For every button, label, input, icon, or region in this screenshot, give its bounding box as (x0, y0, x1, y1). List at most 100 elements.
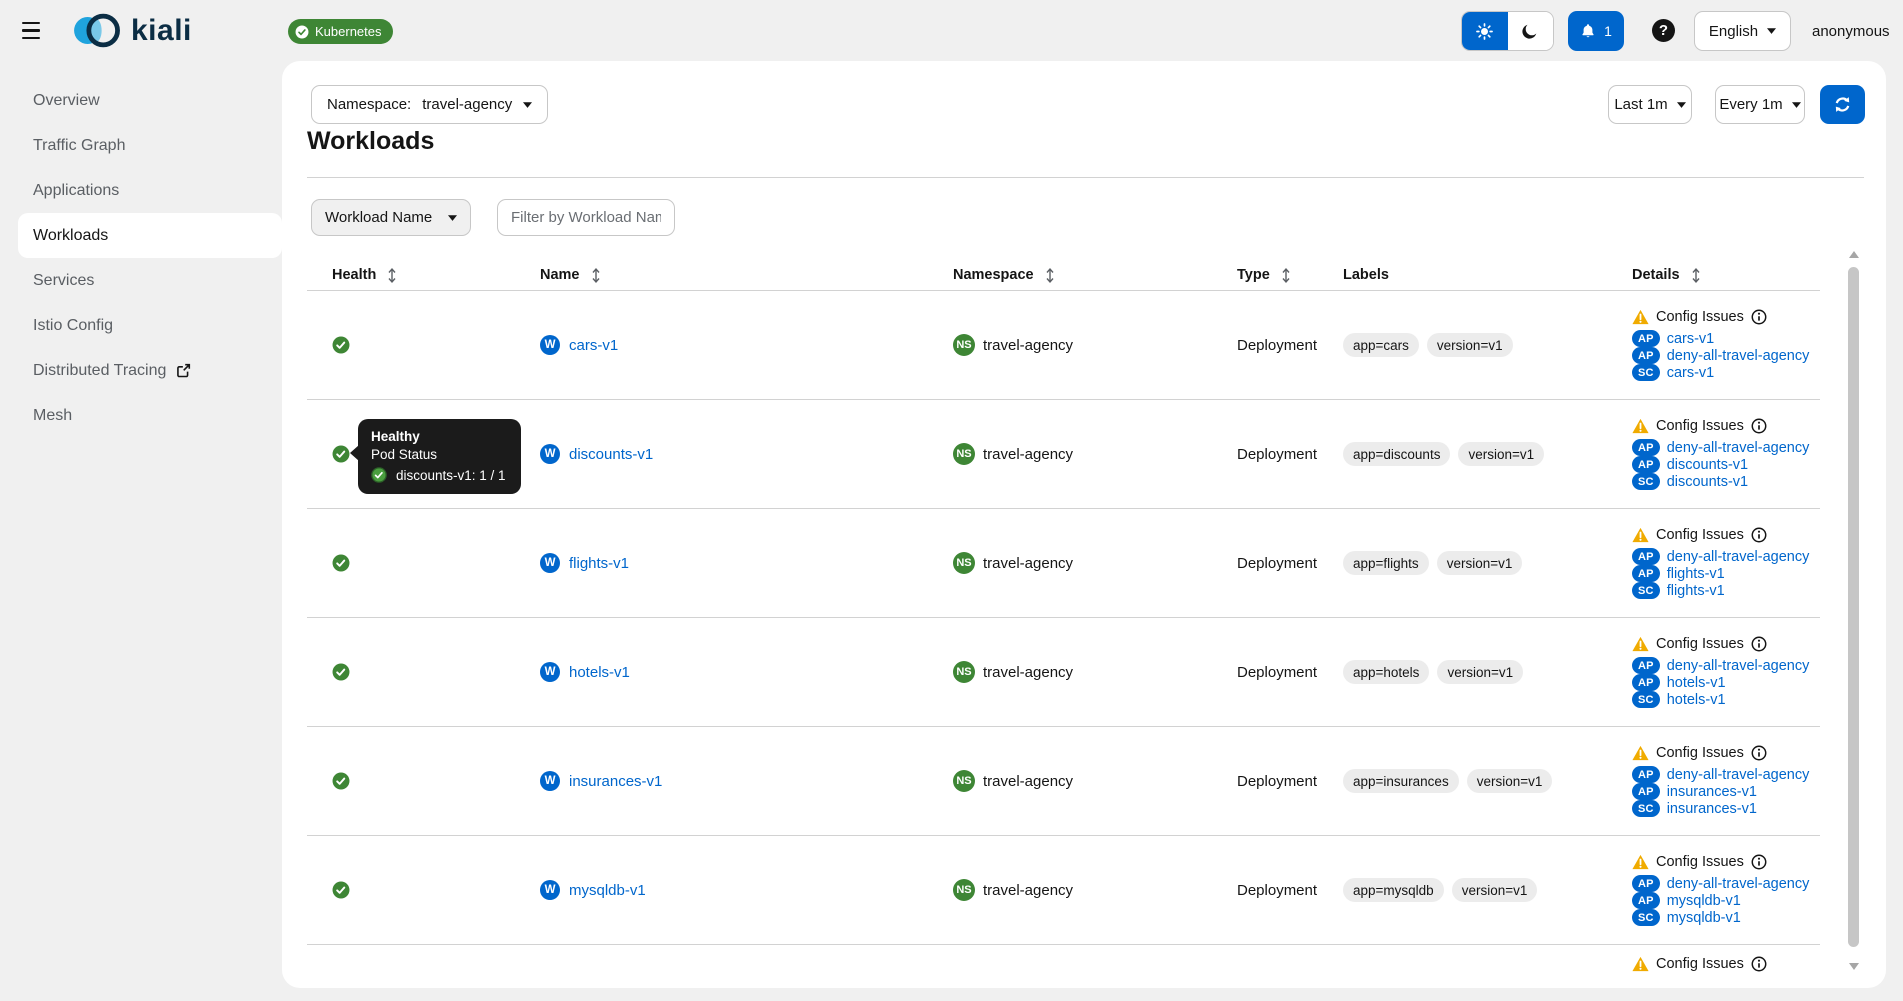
scroll-down-arrow[interactable] (1849, 963, 1859, 970)
sidebar-item-overview[interactable]: Overview (0, 78, 282, 123)
filter-type-select[interactable]: Workload Name (311, 199, 471, 236)
column-header-type[interactable]: Type (1237, 267, 1343, 283)
info-circle-icon[interactable] (1751, 309, 1767, 325)
column-header-namespace[interactable]: Namespace (953, 267, 1237, 283)
detail-link[interactable]: deny-all-travel-agency (1667, 876, 1810, 892)
sidebar-item-applications[interactable]: Applications (0, 168, 282, 213)
sort-icon[interactable] (1281, 268, 1291, 283)
sort-icon[interactable] (1045, 268, 1055, 283)
workload-row: W hotels-v1 NS travel-agency Deployment … (307, 618, 1820, 727)
warning-triangle-icon (1632, 309, 1649, 325)
column-header-details[interactable]: Details (1632, 267, 1820, 283)
dark-theme-button[interactable] (1508, 12, 1554, 50)
namespace-select[interactable]: Namespace: travel-agency (311, 85, 548, 124)
label-badge: app=discounts (1343, 442, 1450, 466)
detail-link[interactable]: deny-all-travel-agency (1667, 767, 1810, 783)
detail-link[interactable]: insurances-v1 (1667, 801, 1757, 817)
detail-link[interactable]: deny-all-travel-agency (1667, 440, 1810, 456)
sidebar-item-services[interactable]: Services (0, 258, 282, 303)
workloads-table: Health Name Namespace Type Label (307, 260, 1820, 987)
ap-badge: AP (1632, 783, 1660, 800)
detail-link[interactable]: insurances-v1 (1667, 784, 1757, 800)
info-circle-icon[interactable] (1751, 745, 1767, 761)
column-header-health[interactable]: Health (307, 267, 540, 283)
workload-badge: W (540, 771, 560, 791)
info-circle-icon[interactable] (1751, 418, 1767, 434)
workload-link[interactable]: discounts-v1 (569, 446, 653, 463)
detail-link[interactable]: deny-all-travel-agency (1667, 348, 1810, 364)
detail-link[interactable]: hotels-v1 (1667, 675, 1726, 691)
sidebar-item-mesh[interactable]: Mesh (0, 393, 282, 438)
sort-icon[interactable] (1691, 268, 1701, 283)
sidebar-item-traffic-graph[interactable]: Traffic Graph (0, 123, 282, 168)
ap-badge: AP (1632, 347, 1660, 364)
namespace-select-value: travel-agency (422, 96, 512, 113)
detail-link[interactable]: deny-all-travel-agency (1667, 549, 1810, 565)
scroll-up-arrow[interactable] (1849, 251, 1859, 258)
notifications-button[interactable]: 1 (1568, 11, 1624, 51)
detail-link[interactable]: cars-v1 (1667, 365, 1715, 381)
detail-link[interactable]: discounts-v1 (1667, 474, 1748, 490)
info-circle-icon[interactable] (1751, 527, 1767, 543)
sidebar-item-workloads[interactable]: Workloads (18, 213, 282, 258)
help-button[interactable]: ? (1652, 19, 1675, 42)
workload-filter-input[interactable] (497, 199, 675, 236)
info-circle-icon[interactable] (1751, 854, 1767, 870)
duration-select[interactable]: Last 1m (1608, 85, 1692, 124)
label-badge: app=flights (1343, 551, 1429, 575)
info-circle-icon[interactable] (1751, 956, 1767, 972)
detail-link[interactable]: mysqldb-v1 (1667, 910, 1741, 926)
light-theme-button[interactable] (1462, 12, 1508, 50)
refresh-button[interactable] (1820, 85, 1865, 124)
workload-link[interactable]: insurances-v1 (569, 773, 662, 790)
namespace-badge: NS (953, 879, 975, 901)
sidebar-item-istio-config[interactable]: Istio Config (0, 303, 282, 348)
detail-link[interactable]: hotels-v1 (1667, 692, 1726, 708)
workload-row: W discounts-v1 NS travel-agency Deployme… (307, 400, 1820, 509)
kiali-logo: kiali (72, 9, 192, 52)
refresh-interval-select[interactable]: Every 1m (1715, 85, 1805, 124)
workload-type: Deployment (1237, 337, 1343, 354)
table-scrollbar[interactable] (1847, 251, 1862, 981)
notification-count: 1 (1604, 23, 1612, 39)
column-header-labels[interactable]: Labels (1343, 267, 1632, 283)
label-badge: app=cars (1343, 333, 1419, 357)
healthy-icon (332, 554, 350, 572)
sort-icon[interactable] (387, 268, 397, 283)
warning-triangle-icon (1632, 745, 1649, 761)
detail-link[interactable]: deny-all-travel-agency (1667, 658, 1810, 674)
workload-type: Deployment (1237, 446, 1343, 463)
workload-link[interactable]: mysqldb-v1 (569, 882, 646, 899)
sort-icon[interactable] (591, 268, 601, 283)
workload-badge: W (540, 662, 560, 682)
workload-row: W mysqldb-v1 NS travel-agency Deployment… (307, 836, 1820, 945)
namespace-badge: NS (953, 443, 975, 465)
workload-link[interactable]: flights-v1 (569, 555, 629, 572)
scrollbar-thumb[interactable] (1848, 267, 1859, 947)
health-tooltip: Healthy Pod Status discounts-v1: 1 / 1 (358, 419, 521, 494)
cluster-badge: Kubernetes (288, 19, 393, 44)
namespace-value: travel-agency (983, 882, 1073, 899)
info-circle-icon[interactable] (1751, 636, 1767, 652)
detail-link[interactable]: cars-v1 (1667, 331, 1715, 347)
masthead: kiali Kubernetes (0, 0, 1903, 61)
sidebar-item-distributed-tracing[interactable]: Distributed Tracing (0, 348, 282, 393)
detail-link[interactable]: mysqldb-v1 (1667, 893, 1741, 909)
healthy-icon (332, 772, 350, 790)
sync-icon (1834, 96, 1851, 113)
workload-link[interactable]: hotels-v1 (569, 664, 630, 681)
table-header-row: Health Name Namespace Type Label (307, 260, 1820, 291)
column-header-name[interactable]: Name (540, 267, 953, 283)
config-issues: Config Issues (1632, 309, 1767, 325)
detail-link[interactable]: discounts-v1 (1667, 457, 1748, 473)
healthy-icon (332, 336, 350, 354)
workload-row-partial: Config Issues (307, 945, 1820, 987)
language-select[interactable]: English (1694, 11, 1791, 51)
workload-link[interactable]: cars-v1 (569, 337, 618, 354)
chevron-down-icon (448, 215, 457, 221)
detail-link[interactable]: flights-v1 (1667, 583, 1725, 599)
menu-toggle-button[interactable] (22, 22, 44, 39)
workload-type: Deployment (1237, 773, 1343, 790)
detail-link[interactable]: flights-v1 (1667, 566, 1725, 582)
sc-badge: SC (1632, 582, 1660, 599)
